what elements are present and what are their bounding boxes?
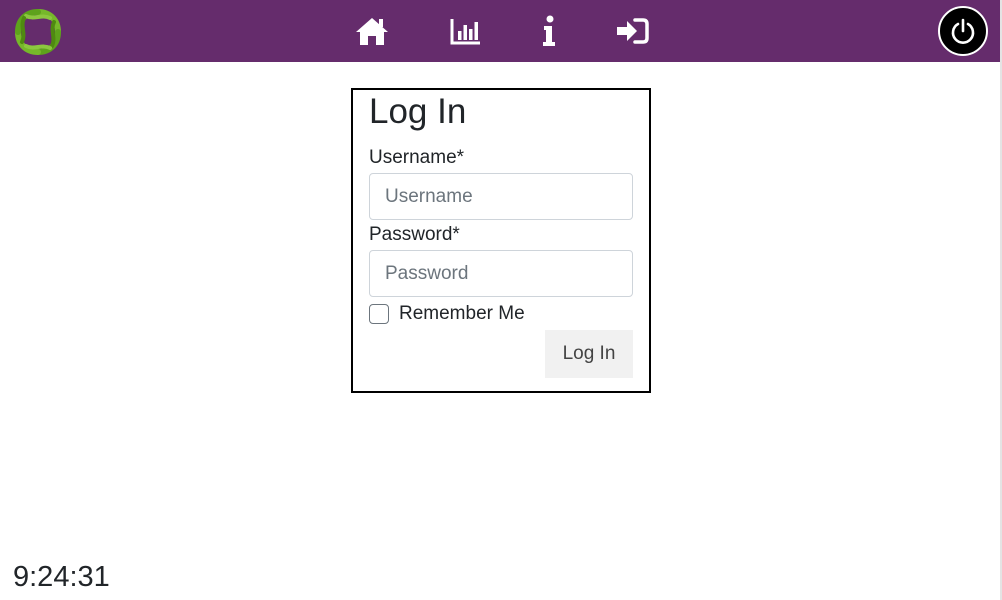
clock-display: 9:24:31 — [13, 561, 110, 593]
bar-chart-icon[interactable] — [448, 13, 484, 49]
password-input[interactable] — [369, 250, 633, 297]
username-input[interactable] — [369, 173, 633, 220]
power-icon — [949, 17, 977, 45]
login-submit-button[interactable]: Log In — [545, 330, 633, 378]
sign-in-icon[interactable] — [614, 13, 650, 49]
green-ring-logo-icon[interactable] — [12, 6, 64, 58]
home-icon[interactable] — [352, 13, 392, 49]
login-title: Log In — [369, 92, 467, 131]
page: Log In Username* Password* Remember Me L… — [0, 0, 1002, 600]
password-label: Password* — [369, 224, 460, 245]
info-icon[interactable] — [538, 13, 560, 49]
username-label: Username* — [369, 147, 465, 168]
remember-me-row: Remember Me — [369, 302, 525, 326]
remember-me-label[interactable]: Remember Me — [399, 303, 525, 325]
login-card: Log In Username* Password* Remember Me L… — [351, 88, 651, 393]
remember-me-checkbox[interactable] — [369, 304, 389, 324]
top-navbar — [0, 0, 1000, 62]
power-button[interactable] — [938, 6, 988, 56]
